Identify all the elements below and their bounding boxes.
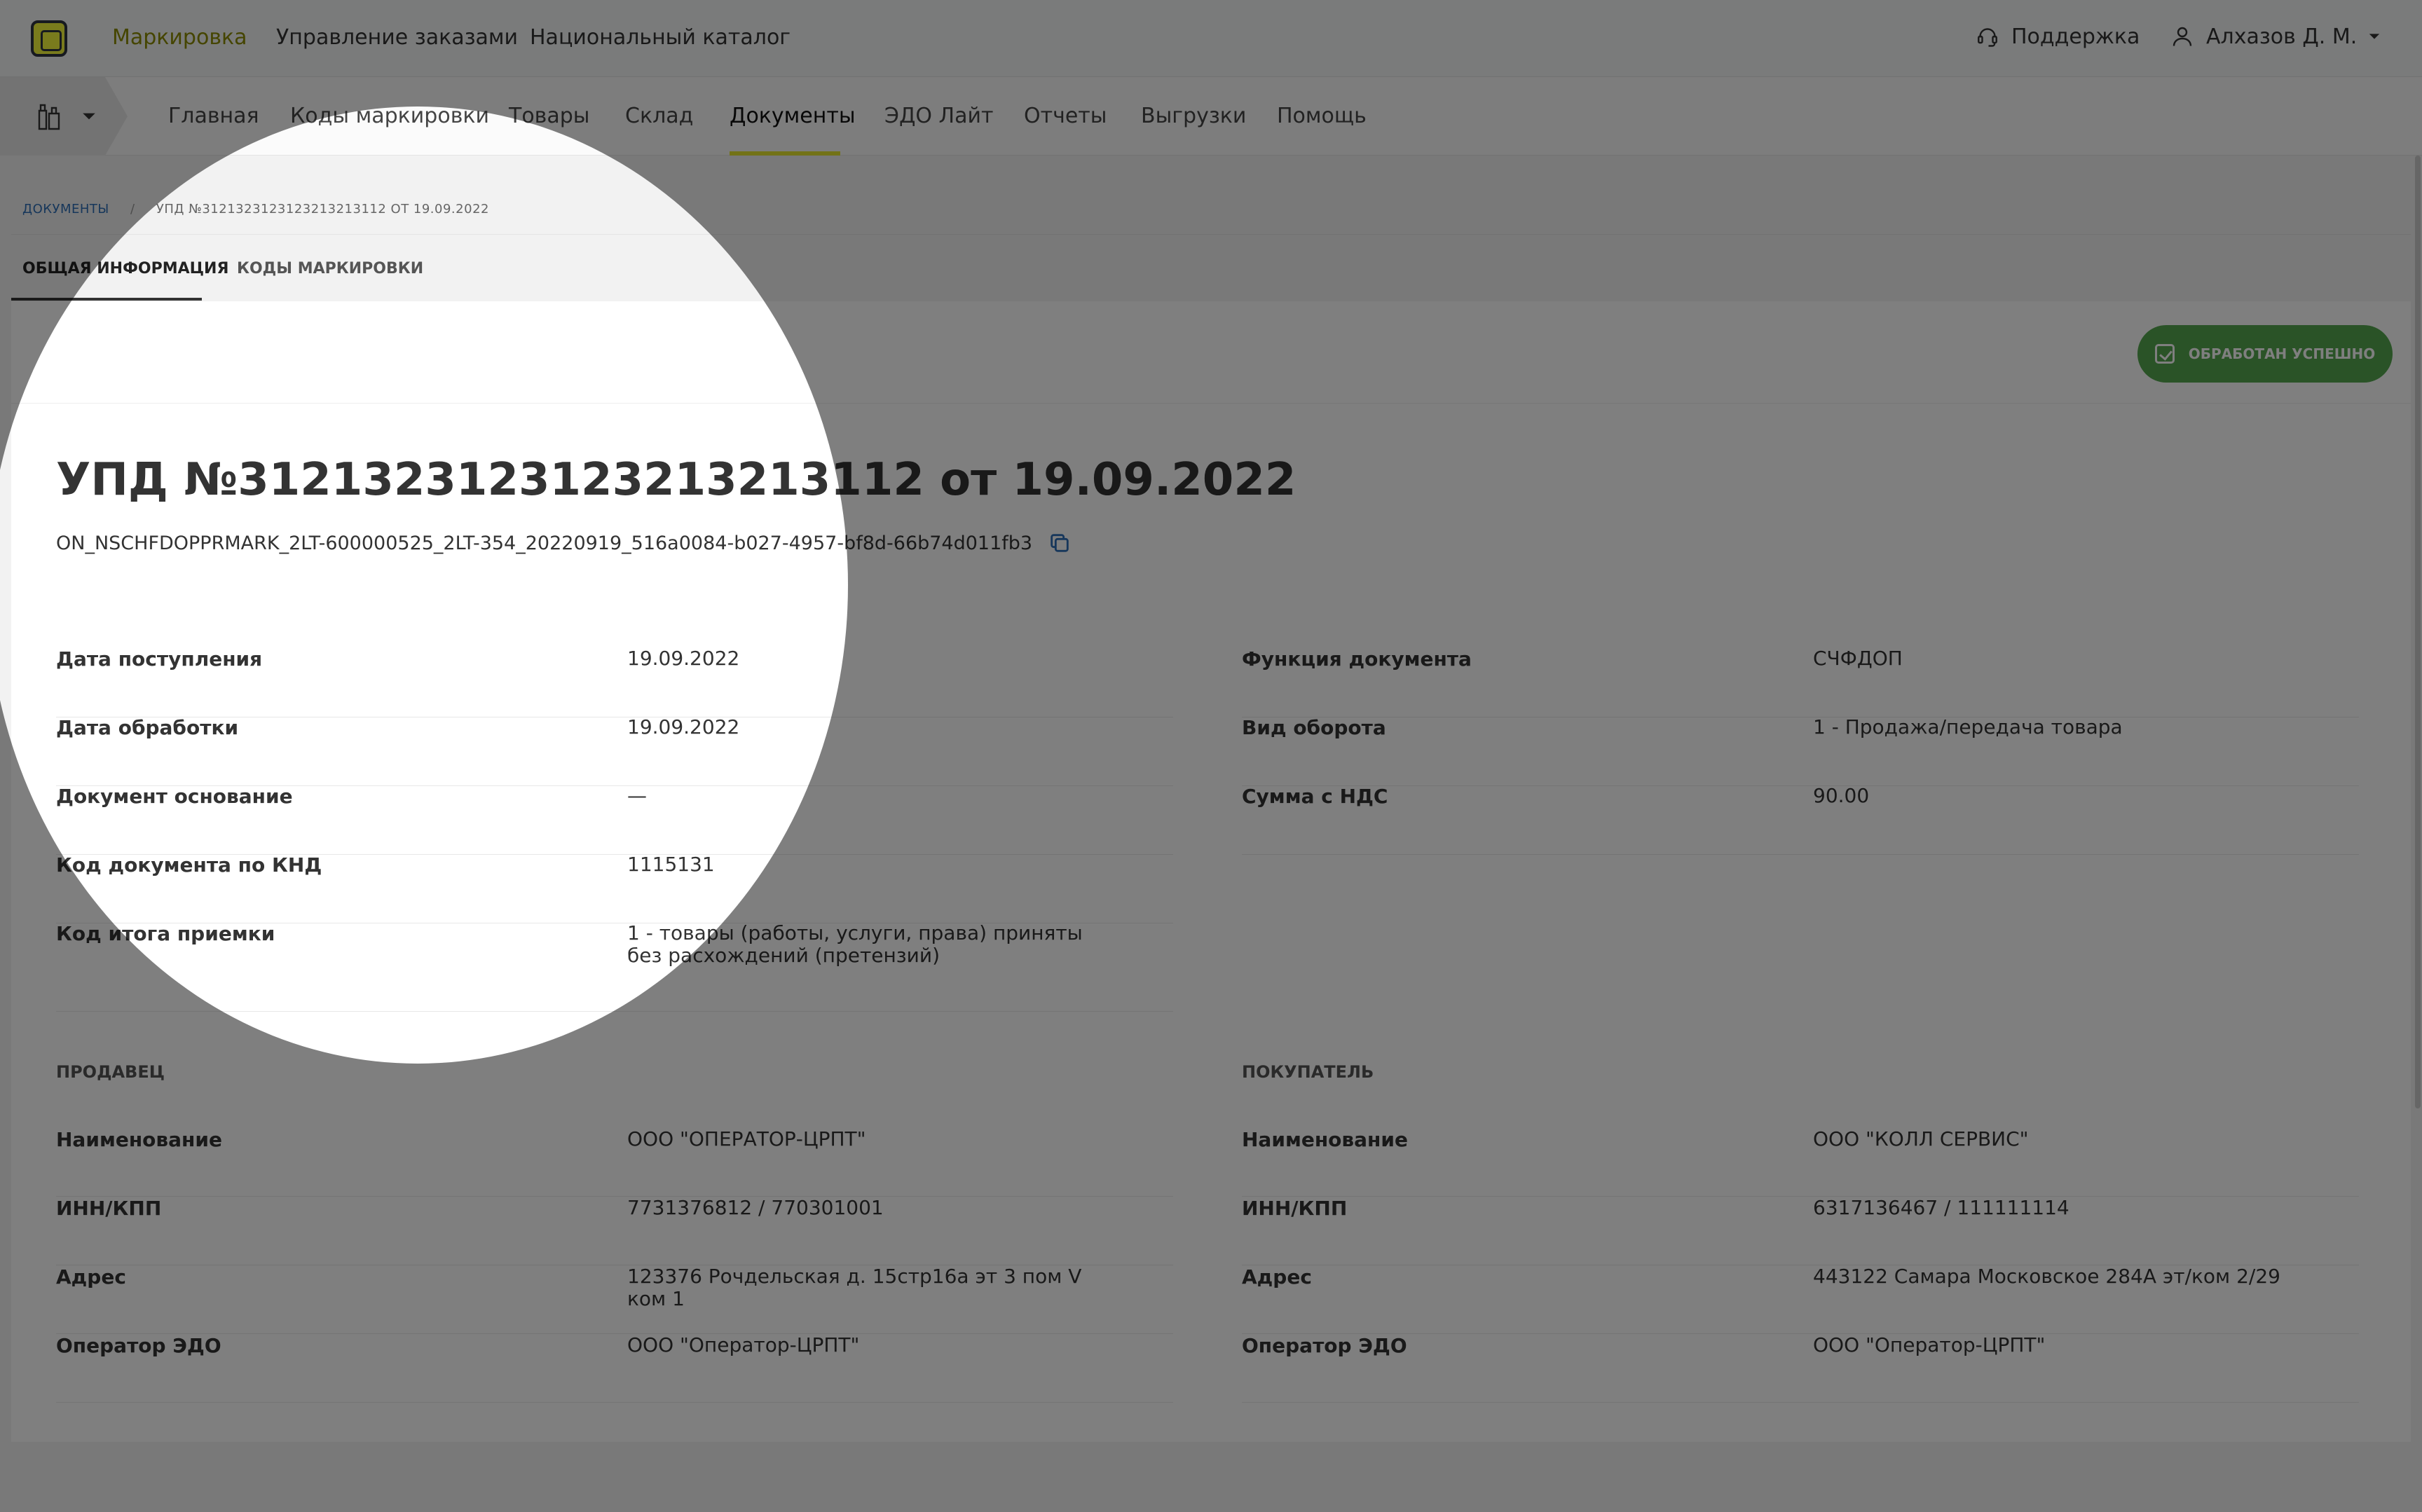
detail-label: Дата обработки bbox=[56, 716, 239, 739]
subnav-home[interactable]: Главная bbox=[168, 104, 259, 128]
detail-row: Документ основание — bbox=[56, 785, 1173, 855]
tab-underline bbox=[11, 298, 202, 301]
seller-row: Оператор ЭДО ООО "Оператор-ЦРПТ" bbox=[56, 1334, 1173, 1403]
detail-value: ООО "ОПЕРАТОР-ЦРПТ" bbox=[627, 1127, 866, 1150]
detail-value: 19.09.2022 bbox=[627, 715, 740, 738]
status-label: Обработан успешно bbox=[2188, 345, 2376, 362]
headset-icon bbox=[1978, 28, 1997, 47]
detail-label: Сумма с НДС bbox=[1242, 785, 1388, 808]
product-group-selector[interactable] bbox=[0, 77, 128, 156]
page-title: УПД №3121323123123213213112 от 19.09.202… bbox=[56, 454, 1296, 506]
tab-marking-codes[interactable]: Коды маркировки bbox=[237, 260, 423, 277]
detail-label: Оператор ЭДО bbox=[1242, 1334, 1407, 1357]
detail-value: 123376 Рочдельская д. 15стр16а эт 3 пом … bbox=[627, 1265, 1082, 1310]
detail-row: Вид оборота 1 - Продажа/передача товара bbox=[1242, 716, 2359, 786]
detail-value: — bbox=[627, 784, 647, 807]
chevron-down-icon bbox=[83, 113, 95, 120]
detail-label: Адрес bbox=[1242, 1265, 1312, 1288]
detail-value: 7731376812 / 770301001 bbox=[627, 1196, 884, 1219]
page-scrollbar[interactable] bbox=[2414, 156, 2422, 1512]
user-icon bbox=[2173, 27, 2192, 46]
status-badge: Обработан успешно bbox=[2137, 325, 2393, 383]
caret-down-icon bbox=[2369, 34, 2380, 39]
detail-row: Сумма с НДС 90.00 bbox=[1242, 785, 2359, 855]
subnav-goods[interactable]: Товары bbox=[509, 104, 589, 128]
seller-row: Адрес 123376 Рочдельская д. 15стр16а эт … bbox=[56, 1265, 1173, 1334]
active-tab-indicator bbox=[730, 151, 840, 156]
support-link[interactable]: Поддержка bbox=[1975, 24, 2140, 49]
detail-value: 6317136467 / 111111114 bbox=[1813, 1196, 2069, 1219]
document-card: Обработан успешно УПД №31213231231232132… bbox=[11, 301, 2411, 1442]
subnav-exports[interactable]: Выгрузки bbox=[1141, 104, 1246, 128]
top-nav-catalog[interactable]: Национальный каталог bbox=[530, 25, 791, 50]
section-nav: Главная Коды маркировки Товары Склад Док… bbox=[0, 77, 2422, 156]
detail-value: ООО "Оператор-ЦРПТ" bbox=[1813, 1333, 2046, 1356]
card-header: Обработан успешно bbox=[11, 301, 2411, 404]
top-nav-orders[interactable]: Управление заказами bbox=[276, 25, 518, 50]
detail-value: ООО "КОЛЛ СЕРВИС" bbox=[1813, 1127, 2029, 1150]
detail-label: Наименование bbox=[1242, 1128, 1408, 1151]
detail-label: Оператор ЭДО bbox=[56, 1334, 221, 1357]
detail-label: ИНН/КПП bbox=[1242, 1197, 1348, 1220]
buyer-row: ИНН/КПП 6317136467 / 111111114 bbox=[1242, 1197, 2359, 1265]
detail-value: 90.00 bbox=[1813, 784, 1870, 807]
detail-label: Код итога приемки bbox=[56, 922, 275, 945]
detail-value: 443122 Самара Московское 284А эт/ком 2/2… bbox=[1813, 1265, 2280, 1288]
breadcrumb-documents[interactable]: Документы bbox=[22, 202, 109, 217]
subnav-edo-lite[interactable]: ЭДО Лайт bbox=[884, 104, 993, 128]
detail-row: Код итога приемки 1 - товары (работы, ус… bbox=[56, 922, 1173, 1012]
detail-label: Функция документа bbox=[1242, 647, 1472, 671]
scrollbar-thumb[interactable] bbox=[2415, 156, 2421, 1108]
detail-row: Дата поступления 19.09.2022 bbox=[56, 647, 1173, 717]
detail-value: 1 - Продажа/передача товара bbox=[1813, 715, 2123, 738]
top-bar: Маркировка Управление заказами Националь… bbox=[0, 0, 2422, 77]
subnav-warehouse[interactable]: Склад bbox=[625, 104, 693, 128]
seller-row: ИНН/КПП 7731376812 / 770301001 bbox=[56, 1197, 1173, 1265]
detail-value: 1115131 bbox=[627, 853, 715, 876]
app-logo[interactable] bbox=[31, 20, 67, 57]
copy-icon[interactable] bbox=[1048, 531, 1072, 555]
detail-value: 1 - товары (работы, услуги, права) приня… bbox=[627, 921, 1083, 967]
support-label: Поддержка bbox=[2011, 24, 2140, 49]
user-menu[interactable]: Алхазов Д. М. bbox=[2170, 24, 2381, 49]
checkbox-check-icon bbox=[2154, 344, 2175, 364]
detail-label: Вид оборота bbox=[1242, 716, 1386, 739]
subnav-documents[interactable]: Документы bbox=[730, 104, 856, 128]
buyer-row: Оператор ЭДО ООО "Оператор-ЦРПТ" bbox=[1242, 1334, 2359, 1403]
detail-label: Наименование bbox=[56, 1128, 222, 1151]
detail-label: Документ основание bbox=[56, 785, 293, 808]
detail-value: 19.09.2022 bbox=[627, 647, 740, 670]
breadcrumb: Документы / УПД №3121323123123213213112 … bbox=[22, 202, 489, 217]
breadcrumb-separator: / bbox=[130, 202, 135, 217]
tab-general-info[interactable]: Общая информация bbox=[22, 260, 228, 277]
buyer-row: Адрес 443122 Самара Московское 284А эт/к… bbox=[1242, 1265, 2359, 1334]
subnav-marking-codes[interactable]: Коды маркировки bbox=[290, 104, 489, 128]
buyer-section-title: Покупатель bbox=[1242, 1062, 1374, 1082]
subnav-help[interactable]: Помощь bbox=[1277, 104, 1367, 128]
user-name: Алхазов Д. М. bbox=[2206, 24, 2358, 49]
detail-label: Код документа по КНД bbox=[56, 853, 322, 877]
document-file-id: ON_NSCHFDOPPRMARK_2LT-600000525_2LT-354_… bbox=[56, 532, 1033, 554]
top-nav-marking[interactable]: Маркировка bbox=[112, 25, 247, 50]
subnav-reports[interactable]: Отчеты bbox=[1024, 104, 1107, 128]
detail-value: СЧФДОП bbox=[1813, 647, 1903, 670]
detail-row: Код документа по КНД 1115131 bbox=[56, 853, 1173, 923]
seller-row: Наименование ООО "ОПЕРАТОР-ЦРПТ" bbox=[56, 1128, 1173, 1197]
product-group-icon bbox=[38, 104, 60, 130]
detail-label: Дата поступления bbox=[56, 647, 263, 671]
seller-section-title: Продавец bbox=[56, 1062, 165, 1082]
detail-value: ООО "Оператор-ЦРПТ" bbox=[627, 1333, 860, 1356]
buyer-row: Наименование ООО "КОЛЛ СЕРВИС" bbox=[1242, 1128, 2359, 1197]
detail-row: Функция документа СЧФДОП bbox=[1242, 647, 2359, 717]
document-tabs: Общая информация Коды маркировки bbox=[11, 234, 2411, 301]
breadcrumb-current: УПД №3121323123123213213112 от 19.09.202… bbox=[156, 202, 489, 217]
detail-label: ИНН/КПП bbox=[56, 1197, 162, 1220]
detail-row: Дата обработки 19.09.2022 bbox=[56, 716, 1173, 786]
document-file-id-row: ON_NSCHFDOPPRMARK_2LT-600000525_2LT-354_… bbox=[56, 531, 1072, 555]
detail-label: Адрес bbox=[56, 1265, 126, 1288]
